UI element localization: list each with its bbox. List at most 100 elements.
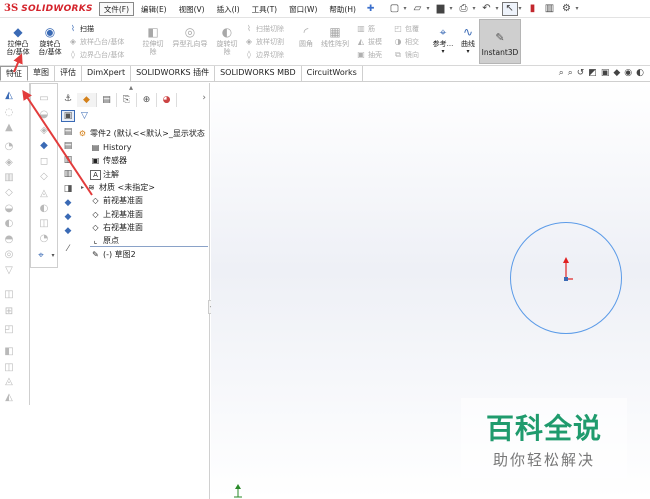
options-gear-icon[interactable]: ⚙ [559,2,575,16]
slot-tool-icon[interactable]: ▥ [2,171,16,183]
revolve-cut-button[interactable]: ◐ 旋转切 除 [214,25,240,56]
select-dropdown[interactable]: ▾ [519,5,522,12]
feature-tree-view-icon[interactable]: ▣ [61,110,75,122]
zoom-to-fit-icon[interactable]: ⌕ [559,68,564,78]
weldment-tool-icon[interactable]: ◫ [37,217,51,229]
spline-tool-icon[interactable]: ◒ [2,202,16,214]
new-document-icon[interactable]: ▢ [386,2,402,16]
offset-entities-icon[interactable]: ◰ [2,323,16,335]
smart-dimension-icon[interactable]: ◭ [2,89,16,101]
solidworks-logo[interactable]: 3S SOLIDWORKS [0,0,99,18]
convert-entities-icon[interactable]: ⊞ [2,305,16,317]
appearance-icon[interactable]: ◐ [636,68,644,78]
print-dropdown[interactable]: ▾ [472,5,475,12]
display-manager-tab-icon[interactable]: ◕ [157,93,177,107]
shell-button[interactable]: ▣ 抽壳 [356,49,382,60]
boundary-boss-button[interactable]: ◊ 边界凸台/基体 [68,49,124,60]
measure-icon[interactable]: ⁄ [61,243,75,255]
view-orientation-icon[interactable]: ▣ [601,68,610,78]
curves-button[interactable]: ∿ 曲线 ▾ [457,25,479,56]
linear-pattern-button[interactable]: ▦ 线性阵列 [318,25,352,48]
anchor-icon[interactable]: ⚓ [61,93,75,105]
dimxpert-view-icon[interactable]: ▥ [61,154,75,166]
sweep-button[interactable]: ⌇ 扫描 [68,23,94,34]
cube-view-3-icon[interactable]: ◆ [61,225,75,237]
reference-geometry-button[interactable]: ⌖ 参考... ▾ [430,25,456,56]
tree-item-sensors[interactable]: ▣ 传感器 [90,154,127,167]
panel-grip-icon[interactable]: ▴ [129,83,133,92]
save-dropdown[interactable]: ▾ [449,5,452,12]
tree-item-material[interactable]: ▸ ≋ 材质 <未指定> [81,181,155,194]
rebuild-icon[interactable]: ▮ [525,2,541,16]
menu-insert[interactable]: 插入(I) [212,2,245,16]
file-properties-icon[interactable]: ▥ [542,2,558,16]
configuration-manager-tab-icon[interactable]: ⎘ [117,93,137,107]
move-entities-icon[interactable]: ◬ [2,375,16,387]
reference-geometry-dropdown[interactable]: ▾ [441,48,444,56]
expand-arrow-icon[interactable]: ▸ [81,184,84,191]
cut-icon[interactable]: ◻ [37,155,51,167]
tree-item-history[interactable]: ▤ History [90,141,132,154]
tab-circuitworks[interactable]: CircuitWorks [302,66,363,81]
point-tool-icon[interactable]: ▽ [2,264,16,276]
rectangle-tool-icon[interactable]: ▲ [2,121,16,133]
draft-button[interactable]: ◭ 拔模 [356,36,382,47]
polygon-tool-icon[interactable]: ◇ [2,186,16,198]
wrap-button[interactable]: ◰ 包覆 [393,23,419,34]
fillet-button[interactable]: ◜ 圆角 [296,25,316,48]
save-icon[interactable]: ▆ [432,2,448,16]
ellipse-tool-icon[interactable]: ◐ [2,217,16,229]
cube-view-icon[interactable]: ◆ [61,197,75,209]
tree-item-front-plane[interactable]: ◇ 前视基准面 [90,194,143,207]
display-view-icon[interactable]: ▥ [61,168,75,180]
filter-icon[interactable]: ▽ [81,111,88,121]
pin-icon[interactable]: ✚ [367,4,375,14]
linear-sketch-pattern-icon[interactable]: ◫ [2,361,16,373]
pattern-tool-icon[interactable]: ◬ [37,187,51,199]
mirror-button[interactable]: ⧉ 镜向 [393,49,419,60]
tree-item-annotations[interactable]: A 注解 [90,168,119,181]
circle-tool-icon[interactable]: ◔ [2,140,16,152]
mold-tool-icon[interactable]: ◔ [37,232,51,244]
swept-cut-button[interactable]: ⌇ 扫描切除 [244,23,284,34]
tab-solidworks-mbd[interactable]: SOLIDWORKS MBD [215,66,302,81]
rib-button[interactable]: ▥ 筋 [356,23,375,34]
hole-wizard-button[interactable]: ◎ 异型孔向导 [168,25,212,48]
tab-features[interactable]: 特征 [0,66,28,81]
lofted-cut-button[interactable]: ◈ 放样切割 [244,36,284,47]
hide-show-icon[interactable]: ◉ [624,68,632,78]
view-3d-icon[interactable]: ◨ [61,183,75,195]
undo-dropdown[interactable]: ▾ [496,5,499,12]
property-manager-tab-icon[interactable]: ▤ [97,93,117,107]
extrude-boss-button[interactable]: ◆ 拉伸凸 台/基体 [4,25,32,56]
undo-icon[interactable]: ↶ [479,2,495,16]
boss-base-icon[interactable]: ◆ [37,139,51,151]
menu-file[interactable]: 文件(F) [98,1,135,16]
reference-tool-dropdown[interactable]: ▾ [46,249,60,261]
curves-dropdown[interactable]: ▾ [466,48,469,56]
tree-item-top-plane[interactable]: ◇ 上视基准面 [90,208,143,221]
features-tool-icon[interactable]: ◇ [37,170,51,182]
tree-item-right-plane[interactable]: ◇ 右视基准面 [90,221,143,234]
tab-sketch[interactable]: 草图 [28,66,55,81]
section-view-icon[interactable]: ◩ [588,68,597,78]
zoom-area-icon[interactable]: ⌕ [568,68,573,78]
tab-evaluate[interactable]: 评估 [55,66,82,81]
options-dropdown[interactable]: ▾ [576,5,579,12]
config-view-icon[interactable]: ▤ [61,140,75,152]
3d-sketch-icon[interactable]: ◒ [37,108,51,120]
cube-view-2-icon[interactable]: ◆ [61,211,75,223]
tab-solidworks-addins[interactable]: SOLIDWORKS 插件 [131,66,216,81]
line-tool-icon[interactable]: ◌ [2,106,16,118]
sketch-picture-icon[interactable]: ◈ [37,124,51,136]
menu-window[interactable]: 窗口(W) [284,2,322,16]
display-style-icon[interactable]: ◆ [613,68,620,78]
previous-view-icon[interactable]: ↺ [577,68,585,78]
new-dropdown[interactable]: ▾ [403,5,406,12]
select-cursor-icon[interactable]: ↖ [501,1,518,16]
trim-tool-icon[interactable]: ◫ [2,288,16,300]
feature-manager-tab-icon[interactable]: ◆ [77,93,97,107]
menu-tools[interactable]: 工具(T) [247,2,282,16]
arc-tool-icon[interactable]: ◈ [2,156,16,168]
mirror-entities-icon[interactable]: ◧ [2,345,16,357]
